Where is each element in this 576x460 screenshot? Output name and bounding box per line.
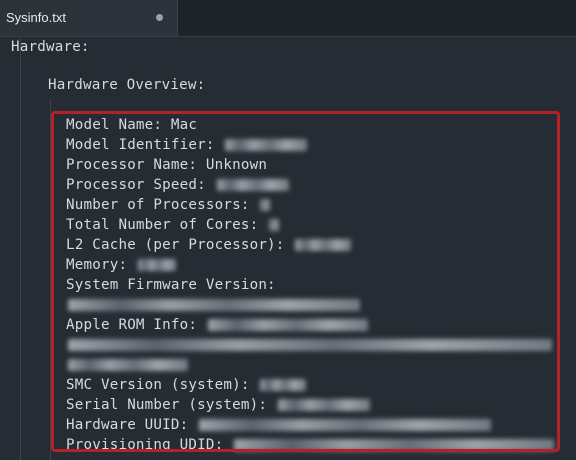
tab-title: Sysinfo.txt [6, 10, 66, 25]
indent-guide [20, 37, 21, 460]
line-hardware: Hardware: [11, 39, 90, 55]
unsaved-dot-icon[interactable] [156, 14, 163, 21]
tab-bar: Sysinfo.txt [0, 0, 576, 37]
text-editor[interactable]: Hardware: Hardware Overview: Model Name:… [0, 37, 576, 460]
line-hardware-overview: Hardware Overview: [48, 77, 206, 93]
tab-sysinfo[interactable]: Sysinfo.txt [0, 0, 178, 36]
highlight-box [51, 111, 560, 452]
